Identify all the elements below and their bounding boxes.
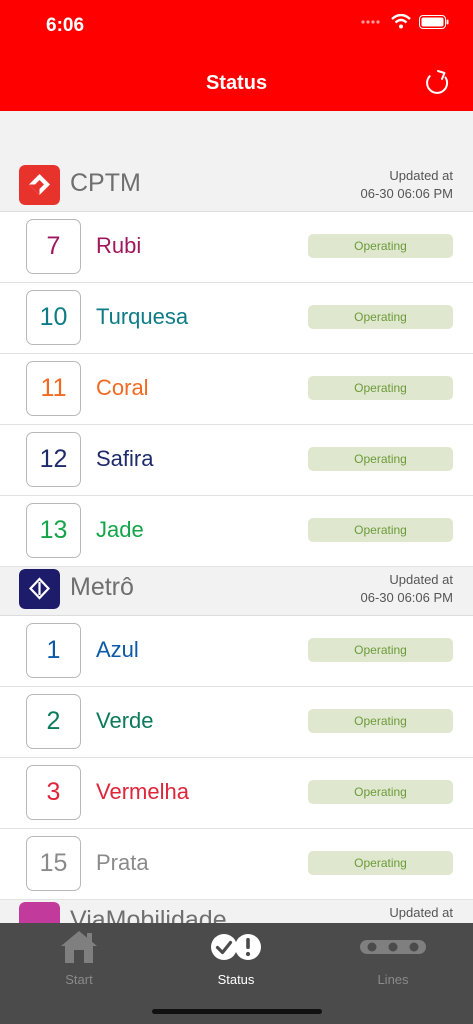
line-number: 10	[26, 290, 81, 345]
line-number: 13	[26, 503, 81, 558]
section-header-metro: Metrô Updated at 06-30 06:06 PM	[0, 567, 473, 616]
section-name: Metrô	[70, 573, 134, 601]
line-number: 3	[26, 765, 81, 820]
line-name: Jade	[96, 517, 144, 542]
wifi-icon	[391, 14, 411, 29]
line-row-verde[interactable]: 2 Verde Operating	[0, 687, 473, 758]
line-number: 1	[26, 623, 81, 678]
status-list[interactable]: CPTM Updated at 06-30 06:06 PM 7 Rubi Op…	[0, 111, 473, 923]
line-name: Coral	[96, 375, 149, 400]
line-row-jade[interactable]: 13 Jade Operating	[0, 496, 473, 567]
battery-icon	[419, 14, 449, 29]
status-badge: Operating	[308, 305, 453, 329]
line-name: Turquesa	[96, 304, 189, 329]
line-number: 7	[26, 219, 81, 274]
line-row-safira[interactable]: 12 Safira Operating	[0, 425, 473, 496]
status-badge: Operating	[308, 638, 453, 662]
line-row-coral[interactable]: 11 Coral Operating	[0, 354, 473, 425]
line-name: Verde	[96, 708, 154, 733]
status-badge: Operating	[308, 518, 453, 542]
line-row-turquesa[interactable]: 10 Turquesa Operating	[0, 283, 473, 354]
viamobilidade-logo-icon	[19, 902, 60, 923]
section-header-viamobilidade: ViaMobilidade Updated at	[0, 900, 473, 923]
tab-label: Lines	[377, 972, 409, 987]
status-icons	[361, 14, 449, 29]
line-row-prata[interactable]: 15 Prata Operating	[0, 829, 473, 900]
section-name: CPTM	[70, 169, 141, 197]
line-name: Safira	[96, 446, 154, 471]
status-badge: Operating	[308, 709, 453, 733]
list-top-spacer	[0, 111, 473, 163]
status-badge: Operating	[308, 851, 453, 875]
nav-header: 6:06 Status	[0, 0, 473, 111]
line-name: Prata	[96, 850, 149, 875]
status-check-icon	[211, 934, 261, 960]
tab-label: Status	[217, 972, 255, 987]
house-icon	[61, 931, 97, 963]
line-number: 15	[26, 836, 81, 891]
line-number: 2	[26, 694, 81, 749]
refresh-icon[interactable]	[421, 67, 453, 99]
line-name: Rubi	[96, 233, 142, 258]
updated-info: Updated at	[389, 905, 453, 920]
line-row-azul[interactable]: 1 Azul Operating	[0, 616, 473, 687]
updated-info: Updated at 06-30 06:06 PM	[360, 572, 453, 605]
status-time: 6:06	[46, 15, 85, 36]
updated-info: Updated at 06-30 06:06 PM	[360, 168, 453, 201]
status-badge: Operating	[308, 447, 453, 471]
tab-status[interactable]: Status	[176, 929, 296, 987]
line-number: 12	[26, 432, 81, 487]
line-row-rubi[interactable]: 7 Rubi Operating	[0, 212, 473, 283]
tab-label: Start	[65, 972, 93, 987]
line-number: 11	[26, 361, 81, 416]
status-badge: Operating	[308, 376, 453, 400]
section-name: ViaMobilidade	[70, 906, 227, 923]
signal-icon	[361, 19, 380, 24]
line-name: Vermelha	[96, 779, 189, 804]
cptm-logo-icon	[19, 165, 60, 205]
section-header-cptm: CPTM Updated at 06-30 06:06 PM	[0, 163, 473, 212]
status-badge: Operating	[308, 234, 453, 258]
status-badge: Operating	[308, 780, 453, 804]
lines-dots-icon	[360, 940, 426, 954]
home-indicator	[152, 1009, 322, 1014]
line-name: Azul	[96, 637, 139, 662]
line-row-vermelha[interactable]: 3 Vermelha Operating	[0, 758, 473, 829]
page-title: Status	[205, 72, 268, 94]
metro-logo-icon	[19, 569, 60, 609]
tab-start[interactable]: Start	[19, 929, 139, 987]
tab-lines[interactable]: Lines	[333, 929, 453, 987]
